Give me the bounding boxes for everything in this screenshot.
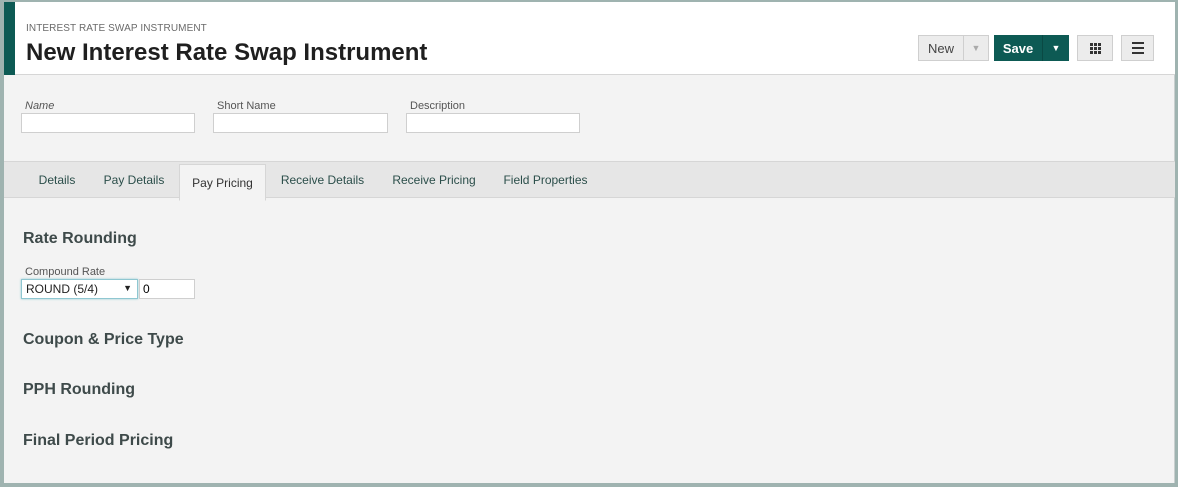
description-label: Description [410,100,466,112]
tab-bar: Details Pay Details Pay Pricing Receive … [4,161,1175,201]
coupon-price-type-heading[interactable]: Coupon & Price Type [23,331,184,349]
short-name-field[interactable] [213,113,388,133]
hamburger-menu-icon [1131,42,1144,54]
save-button[interactable]: Save [994,35,1043,61]
tab-receive-pricing[interactable]: Receive Pricing [380,162,488,198]
app-frame: INTEREST RATE SWAP INSTRUMENT New Intere… [4,2,1175,483]
compound-rate-method-value: ROUND (5/4) [26,282,99,296]
compound-rate-digits-field[interactable] [139,279,195,299]
menu-button[interactable] [1121,35,1154,61]
tab-pay-pricing[interactable]: Pay Pricing [179,164,266,201]
tab-pay-details[interactable]: Pay Details [93,162,175,198]
new-button[interactable]: New [918,35,963,61]
chevron-down-icon: ▼ [971,43,981,53]
page-title: New Interest Rate Swap Instrument [26,39,428,66]
name-label: Name [25,100,55,112]
name-field[interactable] [21,113,195,133]
accent-bar [4,2,15,75]
save-dropdown-button[interactable]: ▼ [1043,35,1069,61]
new-dropdown-button[interactable]: ▼ [963,35,989,61]
grid-icon [1089,42,1101,54]
page-header: INTEREST RATE SWAP INSTRUMENT New Intere… [4,2,1175,75]
description-field[interactable] [406,113,580,133]
rate-rounding-heading[interactable]: Rate Rounding [23,230,137,248]
page-eyebrow: INTEREST RATE SWAP INSTRUMENT [26,23,207,34]
tab-field-properties[interactable]: Field Properties [493,162,598,198]
compound-rate-method-select[interactable]: ROUND (5/4) ▼ [21,279,138,299]
chevron-down-icon: ▼ [123,283,132,293]
chevron-down-icon: ▼ [1051,43,1061,53]
short-name-label: Short Name [217,100,276,112]
tab-details[interactable]: Details [26,162,88,198]
tab-receive-details[interactable]: Receive Details [270,162,375,198]
pph-rounding-heading[interactable]: PPH Rounding [23,381,135,399]
grid-view-button[interactable] [1077,35,1113,61]
final-period-pricing-heading[interactable]: Final Period Pricing [23,432,173,450]
compound-rate-label: Compound Rate [25,266,106,278]
